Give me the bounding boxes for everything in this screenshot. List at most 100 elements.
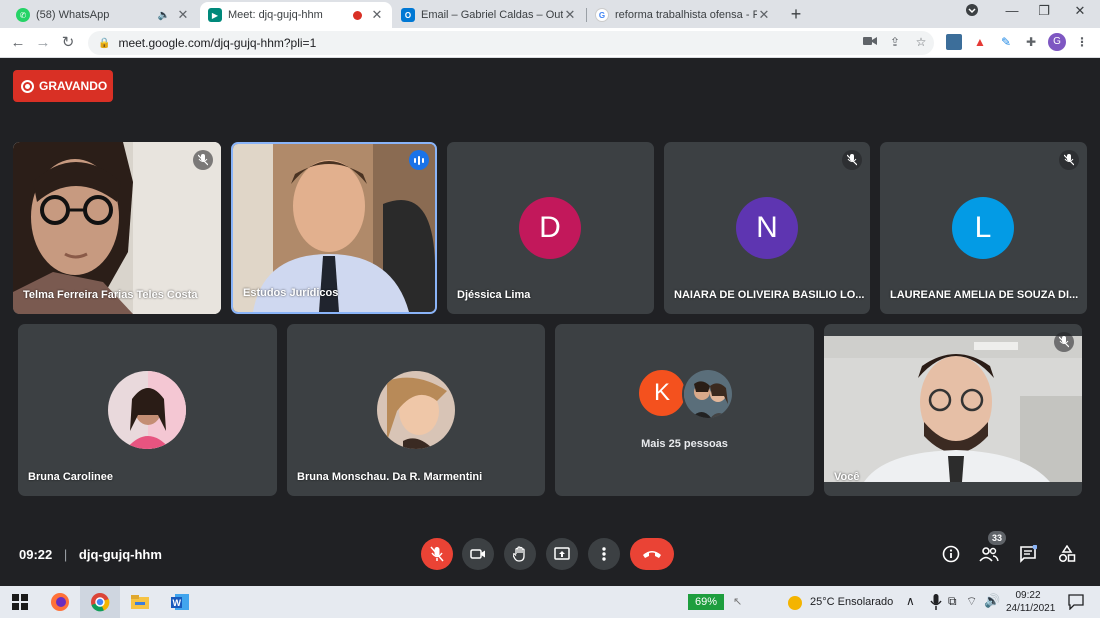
- reload-icon[interactable]: ↻: [58, 33, 78, 53]
- participants-button[interactable]: [978, 543, 1000, 565]
- chevron-up-icon[interactable]: ∧: [906, 594, 915, 608]
- profile-avatar[interactable]: G: [1048, 33, 1066, 51]
- minimize-icon[interactable]: —: [1000, 3, 1024, 18]
- camera-icon: [470, 549, 485, 559]
- participant-name: Bruna Monschau. Da R. Marmentini: [297, 471, 483, 483]
- bookmark-star-icon[interactable]: ☆: [913, 34, 929, 50]
- more-vert-icon: [602, 547, 606, 561]
- activities-icon: [1058, 545, 1076, 563]
- firefox-icon[interactable]: [50, 592, 70, 612]
- address-bar[interactable]: 🔒 meet.google.com/djq-gujq-hhm?pli=1: [88, 31, 934, 55]
- present-screen-button[interactable]: [546, 538, 578, 570]
- tab-label: Meet: djq-gujq-hhm: [228, 9, 323, 21]
- hand-icon: [513, 546, 525, 562]
- participant-avatar: D: [519, 197, 581, 259]
- file-explorer-icon[interactable]: [130, 592, 150, 612]
- close-icon[interactable]: ✕: [757, 7, 771, 23]
- leave-call-button[interactable]: [630, 538, 674, 570]
- notifications-icon[interactable]: [1066, 592, 1086, 612]
- tab-whatsapp[interactable]: ✆ (58) WhatsApp 🔈 ✕: [8, 2, 198, 28]
- meeting-code: djq-gujq-hhm: [78, 547, 162, 562]
- recording-badge[interactable]: GRAVANDO: [13, 70, 113, 102]
- participant-name: Telma Ferreira Farias Teles Costa: [23, 289, 198, 301]
- info-icon: [942, 545, 960, 563]
- google-icon: G: [595, 8, 609, 22]
- activities-button[interactable]: [1056, 543, 1078, 565]
- chat-button[interactable]: [1017, 543, 1039, 565]
- forward-icon[interactable]: →: [33, 33, 53, 53]
- meet-icon: ▶: [208, 8, 222, 22]
- meet-stage: GRAVANDO Telma Ferreira Farias Teles Cos…: [0, 58, 1100, 586]
- weather-widget[interactable]: 25°C Ensolarado: [810, 596, 893, 608]
- muted-mic-icon: [430, 546, 444, 562]
- close-icon[interactable]: ✕: [176, 7, 190, 23]
- tab-meet[interactable]: ▶ Meet: djq-gujq-hhm ✕: [200, 2, 392, 28]
- participant-avatar: [377, 371, 455, 449]
- close-icon[interactable]: ✕: [563, 7, 577, 23]
- taskbar-time: 09:22: [1015, 590, 1041, 601]
- more-options-button[interactable]: [588, 538, 620, 570]
- tab-label: reforma trabalhista ofensa - Pesq: [615, 9, 757, 21]
- puzzle-icon[interactable]: ✚: [1023, 34, 1039, 50]
- recording-icon: [353, 10, 362, 20]
- participant-tile[interactable]: Bruna Carolinee: [18, 324, 277, 496]
- record-icon: [21, 79, 34, 93]
- participant-name: Você: [834, 471, 860, 483]
- muted-mic-icon: [1059, 150, 1079, 170]
- taskbar-date: 24/11/2021: [1006, 603, 1056, 614]
- new-tab-button[interactable]: +: [786, 4, 806, 24]
- close-icon[interactable]: ✕: [370, 7, 384, 23]
- participant-avatar: [108, 371, 186, 449]
- wifi-icon[interactable]: ⌔: [966, 594, 977, 609]
- camera-icon[interactable]: [862, 34, 878, 50]
- camera-toggle-button[interactable]: [462, 538, 494, 570]
- participant-tile[interactable]: K Mais 25 pessoas: [555, 324, 814, 496]
- restore-icon[interactable]: ❐: [1032, 3, 1056, 19]
- extension-icon[interactable]: ✎: [998, 34, 1014, 50]
- participant-avatar: [682, 368, 734, 420]
- taskbar-clock[interactable]: 09:22 24/11/2021: [1006, 589, 1056, 615]
- participant-tile[interactable]: D Djéssica Lima: [447, 142, 654, 314]
- meeting-info: 09:22 | djq-gujq-hhm: [19, 547, 162, 562]
- participant-name: Bruna Carolinee: [28, 471, 113, 483]
- back-icon[interactable]: ←: [8, 33, 28, 53]
- participant-tile[interactable]: Telma Ferreira Farias Teles Costa: [13, 142, 221, 314]
- battery-indicator[interactable]: 69%: [688, 594, 724, 610]
- participant-name: Djéssica Lima: [457, 289, 531, 301]
- browser-tab-strip: ✆ (58) WhatsApp 🔈 ✕ ▶ Meet: djq-gujq-hhm…: [0, 0, 1100, 28]
- network-tray-icon[interactable]: ⧉: [948, 594, 957, 609]
- participant-tile[interactable]: N NAIARA DE OLIVEIRA BASILIO LO...: [664, 142, 870, 314]
- tab-google-search[interactable]: G reforma trabalhista ofensa - Pesq ✕: [587, 2, 779, 28]
- tab-outlook[interactable]: O Email – Gabriel Caldas – Outlook ✕: [393, 2, 585, 28]
- windows-taskbar: W 69% ↖ 25°C Ensolarado ∧ ⧉ ⌔ 🔊 09:22 24…: [0, 586, 1100, 618]
- svg-text:W: W: [173, 598, 182, 608]
- speaker-icon[interactable]: 🔈: [158, 10, 170, 21]
- chrome-icon[interactable]: [90, 592, 110, 612]
- participant-tile[interactable]: L LAUREANE AMELIA DE SOUZA DI...: [880, 142, 1087, 314]
- microphone-icon[interactable]: [926, 592, 946, 612]
- close-window-icon[interactable]: ✕: [1068, 3, 1092, 19]
- lock-icon[interactable]: 🔒: [98, 38, 110, 49]
- participant-name: LAUREANE AMELIA DE SOUZA DI...: [890, 289, 1079, 301]
- microphone-toggle-button[interactable]: [421, 538, 453, 570]
- participant-tile[interactable]: Você: [824, 324, 1082, 496]
- speaking-indicator-icon: [409, 150, 429, 170]
- participant-tile[interactable]: Estudos Jurídicos: [231, 142, 437, 314]
- people-icon: [979, 547, 999, 562]
- present-icon: [554, 547, 570, 560]
- tab-search-icon[interactable]: [960, 3, 984, 20]
- divider: |: [63, 547, 68, 562]
- volume-icon[interactable]: 🔊: [984, 593, 1000, 609]
- meeting-time: 09:22: [19, 547, 53, 562]
- participant-video: [824, 336, 1082, 482]
- extension-icon[interactable]: ▲: [972, 34, 988, 50]
- menu-kebab-icon[interactable]: ⋮: [1074, 34, 1090, 50]
- share-icon[interactable]: ⇪: [887, 34, 903, 50]
- extension-icon[interactable]: [946, 34, 962, 50]
- meeting-details-button[interactable]: [940, 543, 962, 565]
- word-icon[interactable]: W: [170, 592, 190, 612]
- windows-start-icon[interactable]: [10, 592, 30, 612]
- participant-tile[interactable]: Bruna Monschau. Da R. Marmentini: [287, 324, 545, 496]
- more-participants-label: Mais 25 pessoas: [641, 438, 728, 450]
- raise-hand-button[interactable]: [504, 538, 536, 570]
